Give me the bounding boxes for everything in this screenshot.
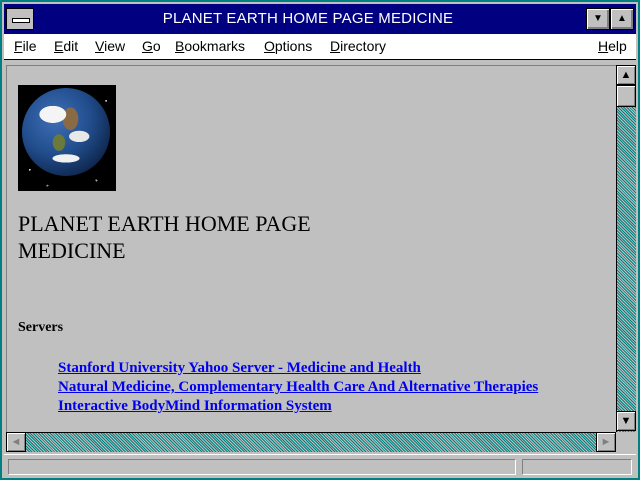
horizontal-scrollbar[interactable]: ◄ ► xyxy=(6,432,616,452)
progress-indicator xyxy=(522,459,632,475)
scroll-up-icon[interactable]: ▲ xyxy=(616,65,636,85)
page-title: PLANET EARTH HOME PAGE MEDICINE xyxy=(18,211,311,263)
scroll-right-icon[interactable]: ► xyxy=(596,432,616,452)
menu-bookmarks[interactable]: Bookmarks xyxy=(175,38,245,54)
title-bar[interactable]: PLANET EARTH HOME PAGE MEDICINE ▼ ▲ xyxy=(4,4,636,34)
maximize-icon[interactable]: ▲ xyxy=(610,8,634,30)
vertical-scrollbar[interactable]: ▲ ▼ xyxy=(616,65,636,432)
status-message xyxy=(8,459,516,475)
scroll-left-icon[interactable]: ◄ xyxy=(6,432,26,452)
earth-globe-image xyxy=(18,85,116,191)
scroll-down-icon[interactable]: ▼ xyxy=(616,411,636,431)
menu-edit[interactable]: Edit xyxy=(54,38,78,54)
system-menu-icon[interactable] xyxy=(6,8,34,30)
page-content[interactable]: PLANET EARTH HOME PAGE MEDICINE Servers … xyxy=(6,65,616,432)
menu-file[interactable]: File xyxy=(14,38,37,54)
menu-view[interactable]: View xyxy=(95,38,125,54)
link-natural-medicine[interactable]: Natural Medicine, Complementary Health C… xyxy=(58,378,538,397)
menu-directory[interactable]: Directory xyxy=(330,38,386,54)
menu-help[interactable]: Help xyxy=(598,38,627,54)
window-title: PLANET EARTH HOME PAGE MEDICINE xyxy=(162,10,454,27)
menu-go[interactable]: Go xyxy=(142,38,161,54)
vertical-scroll-thumb[interactable] xyxy=(616,85,636,107)
section-title-servers: Servers xyxy=(18,320,64,335)
menu-options[interactable]: Options xyxy=(264,38,312,54)
status-bar xyxy=(4,454,636,478)
minimize-icon[interactable]: ▼ xyxy=(586,8,610,30)
menu-bar: File Edit View Go Bookmarks Options Dire… xyxy=(4,34,636,60)
link-interactive-bodymind[interactable]: Interactive BodyMind Information System xyxy=(58,397,538,416)
browser-window: PLANET EARTH HOME PAGE MEDICINE ▼ ▲ File… xyxy=(0,0,640,480)
scrollbar-corner xyxy=(616,432,636,452)
server-link-list: Stanford University Yahoo Server - Medic… xyxy=(58,359,538,416)
link-stanford-yahoo-medicine[interactable]: Stanford University Yahoo Server - Medic… xyxy=(58,359,538,378)
